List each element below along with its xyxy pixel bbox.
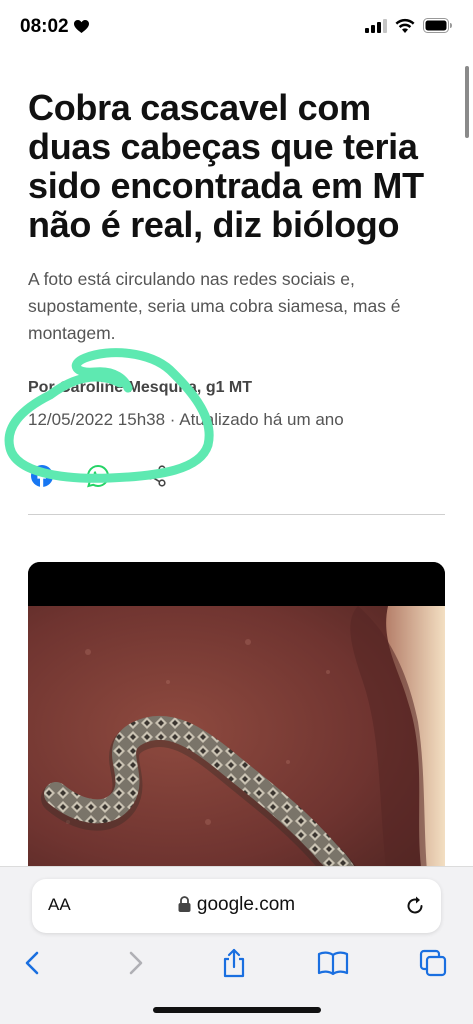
status-bar: 08:02 — [0, 0, 473, 56]
article-headline: Cobra cascavel com duas cabeças que teri… — [28, 87, 424, 245]
url-text: google.com — [196, 894, 296, 915]
article-subtitle: A foto está circulando nas redes sociais… — [28, 269, 401, 343]
snake-photo-image — [28, 562, 445, 882]
generic-share-button[interactable] — [142, 462, 170, 490]
share-icon — [146, 465, 166, 487]
status-time: 08:02 — [20, 16, 89, 38]
reload-button[interactable] — [401, 892, 429, 920]
url-display[interactable]: google.com — [32, 894, 441, 916]
back-icon — [25, 951, 39, 975]
article-photo[interactable] — [28, 562, 445, 882]
scroll-indicator[interactable] — [465, 66, 469, 138]
share-icon — [223, 948, 245, 978]
tabs-button[interactable] — [415, 945, 451, 981]
browser-toolbar: AA google.com — [0, 866, 473, 1024]
status-icons — [365, 18, 453, 33]
heart-icon — [73, 20, 89, 33]
facebook-icon — [31, 465, 53, 487]
lock-icon — [178, 896, 191, 912]
signal-icon — [365, 18, 387, 33]
article-dateline: 12/05/2022 15h38 · Atualizado há um ano — [28, 410, 344, 429]
whatsapp-share-button[interactable] — [84, 462, 112, 490]
whatsapp-icon — [87, 464, 109, 488]
reload-icon — [407, 896, 423, 914]
bookmarks-button[interactable] — [315, 945, 351, 981]
share-row — [28, 462, 228, 492]
tabs-icon — [419, 949, 447, 977]
battery-icon — [423, 18, 452, 33]
share-button[interactable] — [216, 945, 252, 981]
forward-button[interactable] — [117, 945, 153, 981]
divider — [28, 514, 445, 515]
forward-icon — [129, 951, 143, 975]
clock: 08:02 — [20, 16, 69, 37]
wifi-icon — [395, 18, 415, 33]
facebook-share-button[interactable] — [28, 462, 56, 490]
article-byline[interactable]: Por Caroline Mesquita, g1 MT — [28, 379, 252, 397]
bookmarks-icon — [317, 951, 349, 976]
home-indicator[interactable] — [153, 1007, 321, 1013]
back-button[interactable] — [15, 945, 51, 981]
address-bar[interactable]: AA google.com — [32, 879, 441, 933]
